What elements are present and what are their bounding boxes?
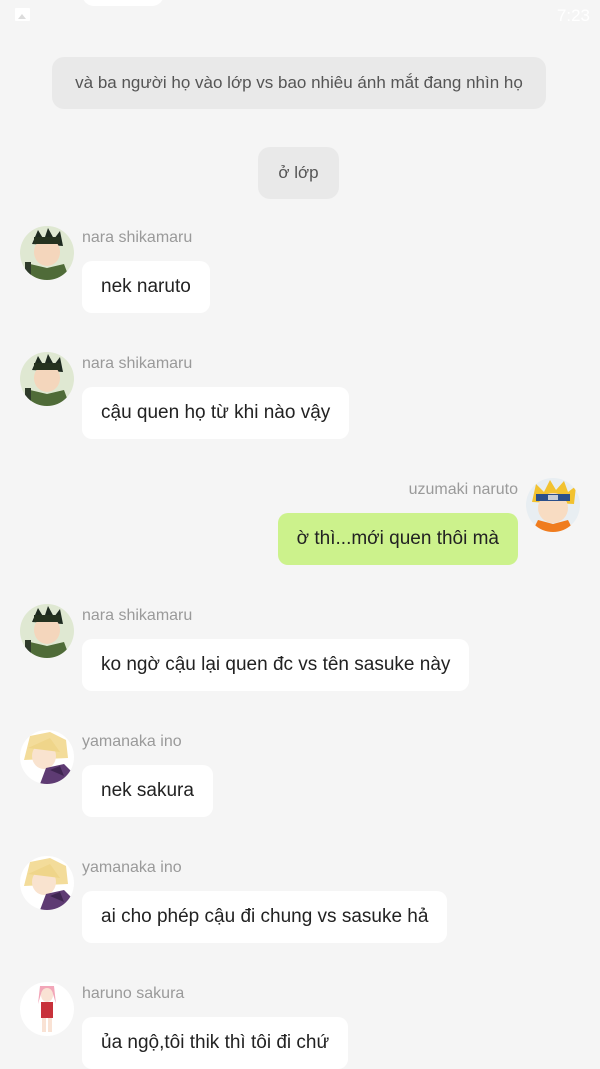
sender-name: yamanaka ino xyxy=(82,733,182,750)
sender-name: haruno sakura xyxy=(82,985,185,1002)
message-bubble[interactable]: ko ngờ cậu lại quen đc vs tên sasuke này xyxy=(82,639,470,691)
narration-text: và ba người họ vào lớp vs bao nhiêu ánh … xyxy=(75,73,523,92)
narration-message: và ba người họ vào lớp vs bao nhiêu ánh … xyxy=(52,57,546,109)
previous-message-bubble xyxy=(82,0,164,6)
shikamaru-avatar[interactable] xyxy=(20,352,74,406)
sender-name: nara shikamaru xyxy=(82,355,193,372)
message-bubble[interactable]: ai cho phép cậu đi chung vs sasuke hả xyxy=(82,891,448,943)
message-bubble[interactable]: ủa ngộ,tôi thik thì tôi đi chứ xyxy=(82,1017,349,1069)
message-text: ai cho phép cậu đi chung vs sasuke hả xyxy=(101,906,429,927)
status-time: 7:23 xyxy=(556,6,590,25)
narration-message: ở lớp xyxy=(258,147,339,199)
message-text: cậu quen họ từ khi nào vậy xyxy=(101,402,331,423)
message-bubble[interactable]: nek sakura xyxy=(82,765,213,817)
ino-avatar[interactable] xyxy=(20,856,74,910)
message-text: ko ngờ cậu lại quen đc vs tên sasuke này xyxy=(101,654,451,675)
shikamaru-avatar[interactable] xyxy=(20,226,74,280)
narration-text: ở lớp xyxy=(278,163,319,182)
message-bubble[interactable]: cậu quen họ từ khi nào vậy xyxy=(82,387,350,439)
image-icon xyxy=(15,8,30,21)
sender-name: nara shikamaru xyxy=(82,607,193,624)
sakura-avatar[interactable] xyxy=(20,982,74,1036)
sender-name: yamanaka ino xyxy=(82,859,182,876)
ino-avatar[interactable] xyxy=(20,730,74,784)
sender-name: nara shikamaru xyxy=(82,229,193,246)
message-text: ờ thì...mới quen thôi mà xyxy=(296,528,499,549)
message-text: nek naruto xyxy=(101,276,191,297)
sender-name: uzumaki naruto xyxy=(408,481,518,498)
naruto-avatar[interactable] xyxy=(526,478,580,532)
message-bubble[interactable]: ờ thì...mới quen thôi mà xyxy=(277,513,518,565)
message-bubble[interactable]: nek naruto xyxy=(82,261,210,313)
shikamaru-avatar[interactable] xyxy=(20,604,74,658)
message-text: nek sakura xyxy=(101,780,194,801)
message-text: ủa ngộ,tôi thik thì tôi đi chứ xyxy=(101,1032,330,1053)
